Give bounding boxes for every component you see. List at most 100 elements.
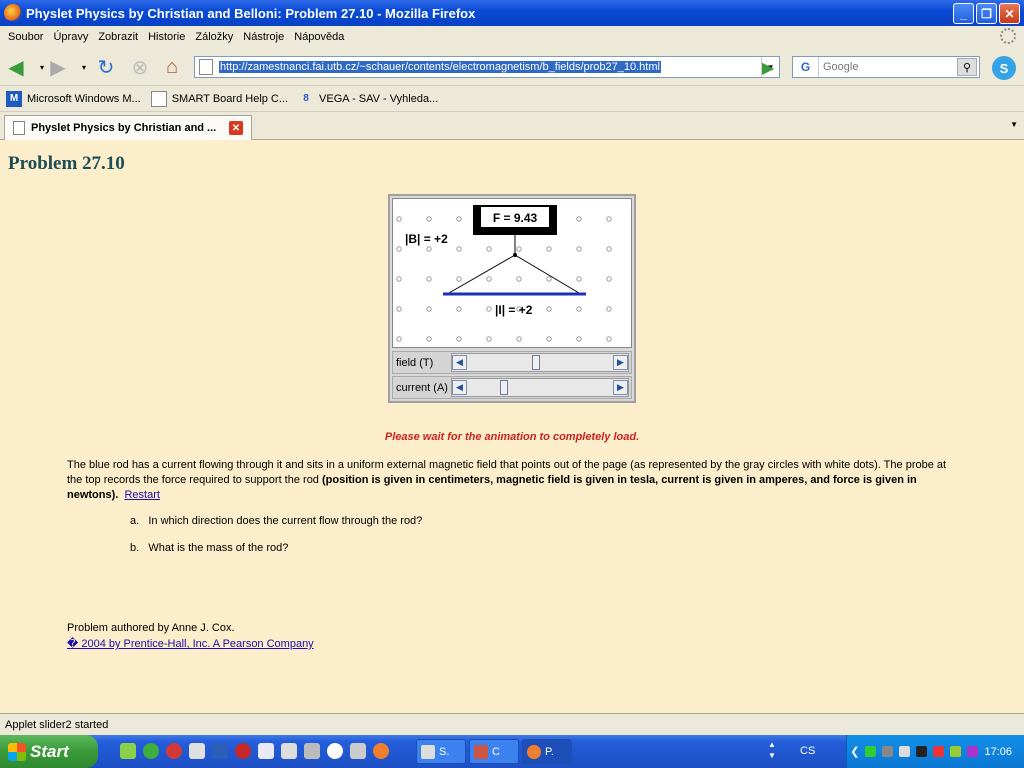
tray-expand-icon[interactable]: ❮ xyxy=(850,745,859,758)
field-dot xyxy=(396,246,402,252)
menu-zalozky[interactable]: Záložky xyxy=(193,31,241,43)
string-left xyxy=(448,254,516,294)
navigation-toolbar: ◀ ▾ ▶ ▾ ↻ ⊗ ⌂ http://zamestnanci.fai.utb… xyxy=(0,48,1024,86)
field-dot xyxy=(486,336,492,342)
search-engine-icon[interactable]: G xyxy=(793,57,819,77)
current-slider-thumb[interactable] xyxy=(499,380,508,395)
bookmark-smart-board[interactable]: SMART Board Help C... xyxy=(150,90,289,107)
url-text[interactable]: http://zamestnanci.fai.utb.cz/~schauer/c… xyxy=(219,61,661,73)
quicklaunch-doc-icon[interactable] xyxy=(258,743,274,759)
slider-left-arrow-icon[interactable]: ◀ xyxy=(452,355,467,370)
field-dot xyxy=(396,306,402,312)
field-dot xyxy=(426,276,432,282)
menu-soubor[interactable]: Soubor xyxy=(6,31,51,43)
menu-nastroje[interactable]: Nástroje xyxy=(241,31,292,43)
reload-icon[interactable]: ↻ xyxy=(94,56,118,79)
field-dot xyxy=(576,306,582,312)
back-icon[interactable]: ◀ xyxy=(4,56,28,79)
tray-app-icon[interactable] xyxy=(967,746,979,757)
tab-close-icon[interactable]: ✕ xyxy=(229,121,243,135)
quicklaunch-save-icon[interactable] xyxy=(304,743,320,759)
skype-icon[interactable]: S xyxy=(992,56,1016,80)
field-dot xyxy=(486,246,492,252)
current-label: |I| = +2 xyxy=(495,303,533,317)
url-bar[interactable]: http://zamestnanci.fai.utb.cz/~schauer/c… xyxy=(194,56,780,78)
page-title: Problem 27.10 xyxy=(8,153,125,174)
restart-link[interactable]: Restart xyxy=(124,489,159,501)
tab-physlet[interactable]: Physlet Physics by Christian and ... ✕ xyxy=(4,115,252,140)
slider-left-arrow-icon[interactable]: ◀ xyxy=(452,380,467,395)
search-bar[interactable]: G ⚲ xyxy=(792,56,980,78)
system-tray: ❮ 17:06 xyxy=(846,735,1024,768)
quicklaunch-app-icon[interactable] xyxy=(350,743,366,759)
start-button[interactable]: Start xyxy=(0,735,98,768)
probe-point xyxy=(513,253,517,257)
tray-app-icon[interactable] xyxy=(865,746,877,757)
menu-historie[interactable]: Historie xyxy=(146,31,193,43)
page-content: Problem 27.10 F = 9.43 |B| = +2 |I| = +2… xyxy=(0,141,1024,713)
tray-app-icon[interactable] xyxy=(916,746,928,757)
close-button[interactable]: ✕ xyxy=(999,3,1020,24)
task-button-s[interactable]: S. xyxy=(416,739,466,764)
field-slider-label: field (T) xyxy=(396,356,434,369)
field-dot xyxy=(606,276,612,282)
question-letter: b. xyxy=(130,542,140,554)
task-app-icon xyxy=(474,744,488,759)
field-dot xyxy=(546,246,552,252)
quicklaunch-word-icon[interactable] xyxy=(212,743,228,759)
question-text: In which direction does the current flow… xyxy=(148,515,423,527)
simulation-canvas[interactable]: F = 9.43 |B| = +2 |I| = +2 xyxy=(392,198,632,348)
search-input[interactable] xyxy=(819,61,939,73)
microsoft-icon: M xyxy=(6,90,22,107)
quicklaunch-acrobat-icon[interactable] xyxy=(235,743,251,759)
slider-right-arrow-icon[interactable]: ▶ xyxy=(613,355,628,370)
field-dot xyxy=(516,276,522,282)
quicklaunch-desktop-icon[interactable] xyxy=(120,743,136,759)
stop-icon[interactable]: ⊗ xyxy=(128,56,152,79)
copyright-link[interactable]: � 2004 by Prentice-Hall, Inc. A Pearson … xyxy=(67,637,314,650)
tray-network-icon[interactable] xyxy=(882,746,894,757)
menu-zobrazit[interactable]: Zobrazit xyxy=(96,31,146,43)
forward-dropdown-icon[interactable]: ▾ xyxy=(72,56,96,78)
menu-upravy[interactable]: Úpravy xyxy=(51,31,96,43)
go-icon[interactable]: ▶ xyxy=(762,58,774,78)
task-button-c[interactable]: C xyxy=(469,739,519,764)
physlet-applet[interactable]: F = 9.43 |B| = +2 |I| = +2 field (T) ◀ ▶… xyxy=(388,194,636,403)
tray-app-icon[interactable] xyxy=(933,746,945,757)
slider-right-arrow-icon[interactable]: ▶ xyxy=(613,380,628,395)
page-icon xyxy=(150,90,167,107)
quicklaunch-media-icon[interactable] xyxy=(327,743,343,759)
quicklaunch-app-icon[interactable] xyxy=(189,743,205,759)
current-slider[interactable]: ◀ ▶ xyxy=(451,378,629,397)
task-button-p[interactable]: P. xyxy=(522,739,572,764)
search-icon[interactable]: ⚲ xyxy=(957,58,977,76)
maximize-button[interactable]: ❐ xyxy=(976,3,997,24)
bookmark-label: Microsoft Windows M... xyxy=(27,92,141,105)
quicklaunch-app-icon[interactable] xyxy=(281,743,297,759)
task-label: S. xyxy=(439,745,450,758)
task-app-icon xyxy=(421,744,435,759)
field-label: |B| = +2 xyxy=(405,232,448,246)
menu-napoveda[interactable]: Nápověda xyxy=(292,31,352,43)
language-indicator[interactable]: CS xyxy=(800,745,815,757)
quicklaunch-app-icon[interactable] xyxy=(143,743,159,759)
quicklaunch-firefox-icon[interactable] xyxy=(373,743,389,759)
field-dot xyxy=(546,276,552,282)
tray-app-icon[interactable] xyxy=(950,746,962,757)
status-bar: Applet slider2 started xyxy=(0,713,1024,735)
field-slider-thumb[interactable] xyxy=(531,355,540,370)
author-credit: Problem authored by Anne J. Cox. xyxy=(67,622,235,634)
field-dot xyxy=(396,216,402,222)
bookmark-vega[interactable]: 8 VEGA - SAV - Vyhleda... xyxy=(298,91,438,107)
quicklaunch-opera-icon[interactable] xyxy=(166,743,182,759)
tab-list-icon[interactable]: ▼ xyxy=(1010,120,1018,129)
home-icon[interactable]: ⌂ xyxy=(160,56,184,78)
minimize-button[interactable]: _ xyxy=(953,3,974,24)
field-slider[interactable]: ◀ ▶ xyxy=(451,353,629,372)
bookmark-microsoft-windows[interactable]: M Microsoft Windows M... xyxy=(6,90,141,107)
forward-icon[interactable]: ▶ xyxy=(46,56,70,79)
taskbar-scroll-icon[interactable]: ▲ ▼ xyxy=(768,739,778,764)
tab-bar: Physlet Physics by Christian and ... ✕ ▼ xyxy=(0,112,1024,140)
bookmark-label: SMART Board Help C... xyxy=(171,92,289,105)
tray-volume-icon[interactable] xyxy=(899,746,911,757)
